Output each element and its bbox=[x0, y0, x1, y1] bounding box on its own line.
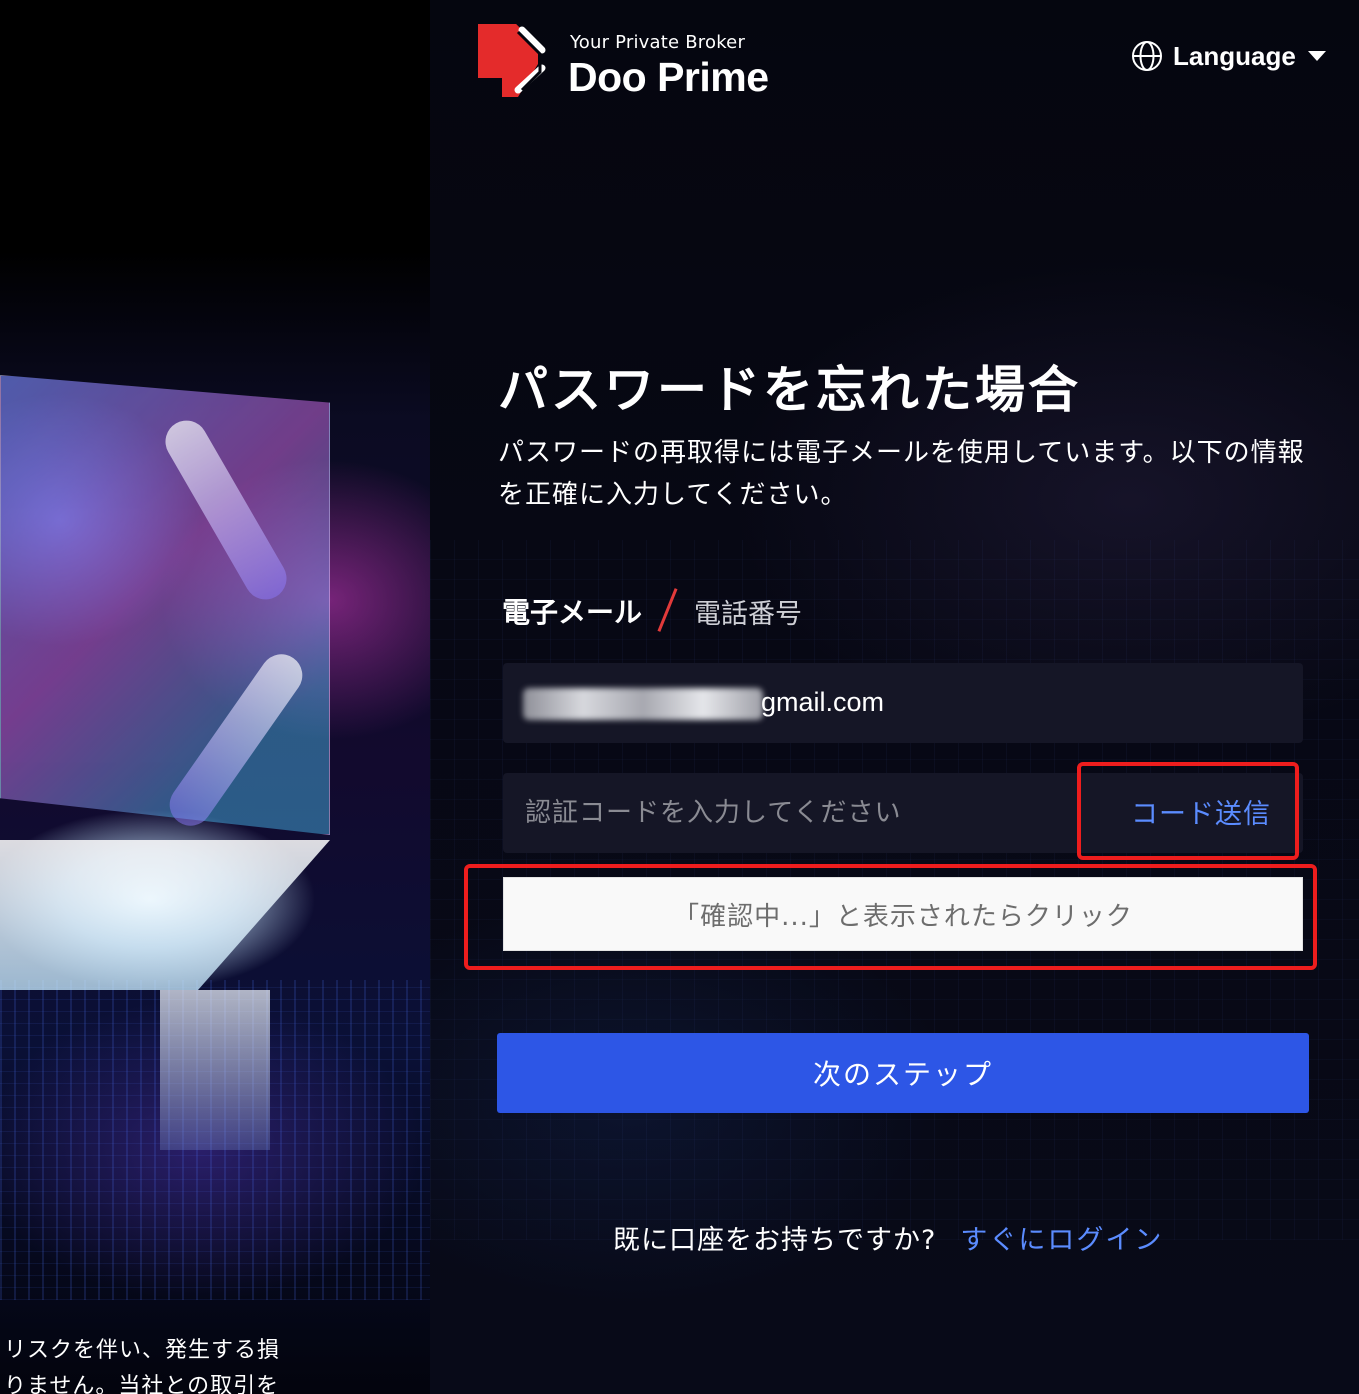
login-prompt-text: 既に口座をお持ちですか? bbox=[613, 1224, 937, 1256]
hero-panel: リスクを伴い、発生する損 りません。当社との取引を bbox=[0, 0, 430, 1394]
login-prompt: 既に口座をお持ちですか? すぐにログイン bbox=[613, 1214, 1163, 1260]
login-link[interactable]: すぐにログイン bbox=[960, 1218, 1163, 1257]
page: リスクを伴い、発生する損 りません。当社との取引を Your Private B… bbox=[0, 0, 1359, 1394]
language-label: Language bbox=[1173, 40, 1296, 71]
verification-code-field: コード送信 bbox=[503, 773, 1303, 853]
recovery-method-tabs: 電子メール 電話番号 bbox=[502, 586, 802, 636]
tab-separator bbox=[664, 589, 670, 633]
risk-disclaimer-line: りません。当社との取引を bbox=[4, 1374, 280, 1394]
doo-prime-logo-icon bbox=[478, 24, 546, 97]
tab-phone[interactable]: 電話番号 bbox=[694, 592, 802, 631]
email-redacted-blur bbox=[523, 688, 763, 720]
language-selector[interactable]: Language bbox=[1131, 38, 1326, 74]
email-domain-text: gmail.com bbox=[761, 687, 885, 717]
caret-down-icon bbox=[1307, 51, 1326, 61]
page-title: パスワードを忘れた場合 bbox=[498, 361, 1081, 419]
verification-code-input[interactable] bbox=[503, 773, 1083, 853]
page-subtitle: パスワードの再取得には電子メールを使用しています。以下の情報を正確に入力してくだ… bbox=[498, 438, 1305, 510]
risk-disclaimer-line: リスクを伴い、発生する損 bbox=[4, 1338, 281, 1363]
captcha-widget[interactable]: 「確認中...」と表示されたらクリック bbox=[503, 877, 1303, 951]
brand-name: Doo Prime bbox=[568, 54, 769, 100]
tab-email[interactable]: 電子メール bbox=[502, 591, 642, 631]
brand-tagline: Your Private Broker bbox=[570, 32, 746, 53]
risk-disclaimer: リスクを伴い、発生する損 りません。当社との取引を bbox=[4, 1333, 430, 1394]
next-step-button[interactable]: 次のステップ bbox=[497, 1033, 1309, 1113]
main-panel: Your Private Broker Doo Prime Language パ… bbox=[430, 0, 1359, 1394]
brand-logo[interactable]: Your Private Broker Doo Prime bbox=[478, 24, 808, 100]
globe-icon bbox=[1132, 41, 1162, 71]
hero-light-pillar bbox=[160, 990, 270, 1150]
send-code-button[interactable]: コード送信 bbox=[1111, 791, 1291, 839]
captcha-label: 「確認中...」と表示されたらクリック bbox=[673, 901, 1133, 932]
email-field[interactable]: gmail.com bbox=[503, 663, 1303, 743]
